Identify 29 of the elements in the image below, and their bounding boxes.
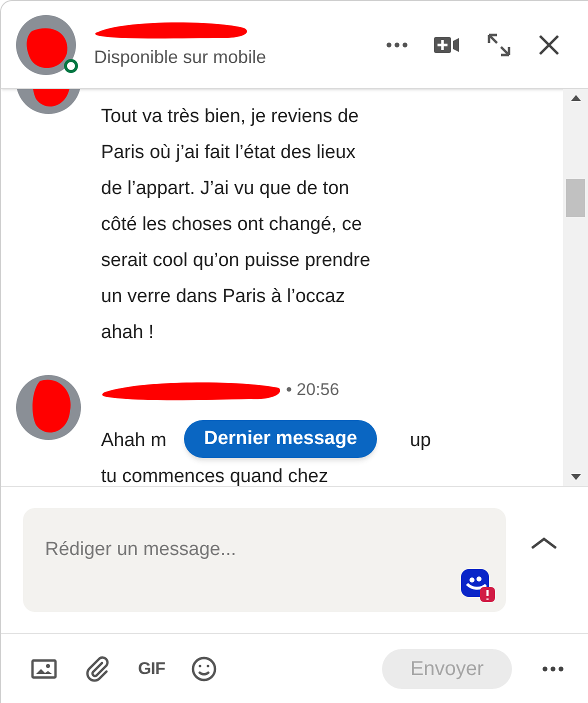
message-text: tu commences quand chez bbox=[101, 464, 328, 486]
message-text: serait cool qu’on puisse prendre bbox=[101, 248, 370, 273]
message-text: de l’appart. J’ai vu que de ton bbox=[101, 176, 350, 201]
attachment-icon[interactable] bbox=[85, 656, 111, 682]
sticker-icon[interactable] bbox=[460, 568, 496, 604]
message-text: up bbox=[410, 428, 431, 453]
status-text: Disponible sur mobile bbox=[94, 46, 268, 69]
scrollbar[interactable] bbox=[563, 89, 588, 486]
gif-button[interactable]: GIF bbox=[138, 656, 166, 682]
message-field[interactable]: Rédiger un message... bbox=[23, 508, 506, 612]
close-icon[interactable] bbox=[538, 34, 560, 56]
more-icon[interactable] bbox=[542, 666, 564, 672]
message-text: un verre dans Paris à l’occaz bbox=[101, 284, 345, 309]
message-text: Ahah m bbox=[101, 428, 166, 453]
jump-to-latest-button[interactable]: Dernier message bbox=[184, 420, 378, 458]
message-text: Tout va très bien, je reviens de bbox=[101, 104, 359, 129]
message-text: côté les choses ont changé, ce bbox=[101, 212, 362, 237]
message-text: Paris où j’ai fait l’état des lieux bbox=[101, 140, 356, 165]
scroll-down-icon[interactable] bbox=[570, 474, 580, 480]
more-icon[interactable] bbox=[386, 42, 408, 48]
scrollbar-thumb[interactable] bbox=[566, 179, 585, 217]
message-time: • 20:56 bbox=[286, 379, 340, 402]
image-icon[interactable] bbox=[31, 658, 57, 678]
video-call-icon[interactable] bbox=[434, 36, 460, 54]
collapse-icon[interactable] bbox=[530, 536, 558, 550]
expand-icon[interactable] bbox=[486, 32, 512, 58]
scroll-up-icon[interactable] bbox=[570, 95, 580, 101]
emoji-icon[interactable] bbox=[191, 656, 218, 682]
message-text: ahah ! bbox=[101, 320, 154, 345]
